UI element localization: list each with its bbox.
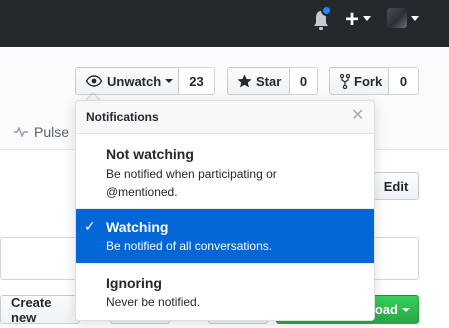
- menu-item-title: Ignoring: [106, 275, 162, 291]
- download-label: load: [371, 302, 398, 317]
- edit-button[interactable]: Edit: [373, 172, 419, 200]
- eye-icon: [86, 75, 102, 87]
- star-button[interactable]: Star: [227, 67, 290, 95]
- fork-count[interactable]: 0: [389, 67, 419, 95]
- notification-indicator: [321, 5, 332, 16]
- avatar[interactable]: [387, 8, 407, 28]
- check-icon: ✓: [84, 218, 96, 234]
- menu-item-title: Watching: [106, 219, 169, 235]
- menu-item-title: Not watching: [106, 146, 194, 162]
- menu-item-not-watching[interactable]: Not watching Be notified when participat…: [76, 135, 374, 209]
- menu-item-watching[interactable]: ✓ Watching Be notified of all conversati…: [76, 209, 374, 264]
- create-new-file-button[interactable]: Create new: [0, 295, 80, 324]
- unwatch-label: Unwatch: [107, 73, 162, 89]
- plus-icon[interactable]: +: [345, 8, 359, 32]
- star-label: Star: [256, 73, 282, 89]
- pulse-label: Pulse: [34, 124, 70, 140]
- fork-label: Fork: [354, 73, 383, 89]
- menu-title: Notifications: [86, 110, 159, 124]
- chevron-down-icon: [165, 79, 174, 83]
- menu-item-ignoring[interactable]: Ignoring Never be notified.: [76, 264, 374, 320]
- menu-item-description: Be notified when participating or @menti…: [106, 167, 277, 199]
- tab-pulse[interactable]: Pulse: [14, 124, 69, 140]
- unwatch-button[interactable]: Unwatch: [75, 67, 179, 95]
- watch-count[interactable]: 23: [179, 67, 215, 95]
- chevron-down-icon[interactable]: [363, 16, 371, 21]
- star-icon: [237, 74, 252, 88]
- menu-item-description: Never be notified.: [106, 295, 201, 309]
- menu-item-description: Be notified of all conversations.: [106, 239, 273, 253]
- chevron-down-icon: [402, 307, 410, 312]
- pulse-icon: [14, 127, 28, 137]
- menu-header: Notifications ✕: [76, 101, 374, 134]
- fork-icon: [340, 73, 350, 89]
- star-count[interactable]: 0: [290, 67, 318, 95]
- close-icon[interactable]: ✕: [351, 107, 364, 125]
- fork-button[interactable]: Fork: [329, 67, 389, 95]
- notifications-menu: Notifications ✕ Not watching Be notified…: [75, 100, 375, 321]
- top-bar: +: [0, 0, 449, 47]
- chevron-down-icon[interactable]: [411, 16, 419, 21]
